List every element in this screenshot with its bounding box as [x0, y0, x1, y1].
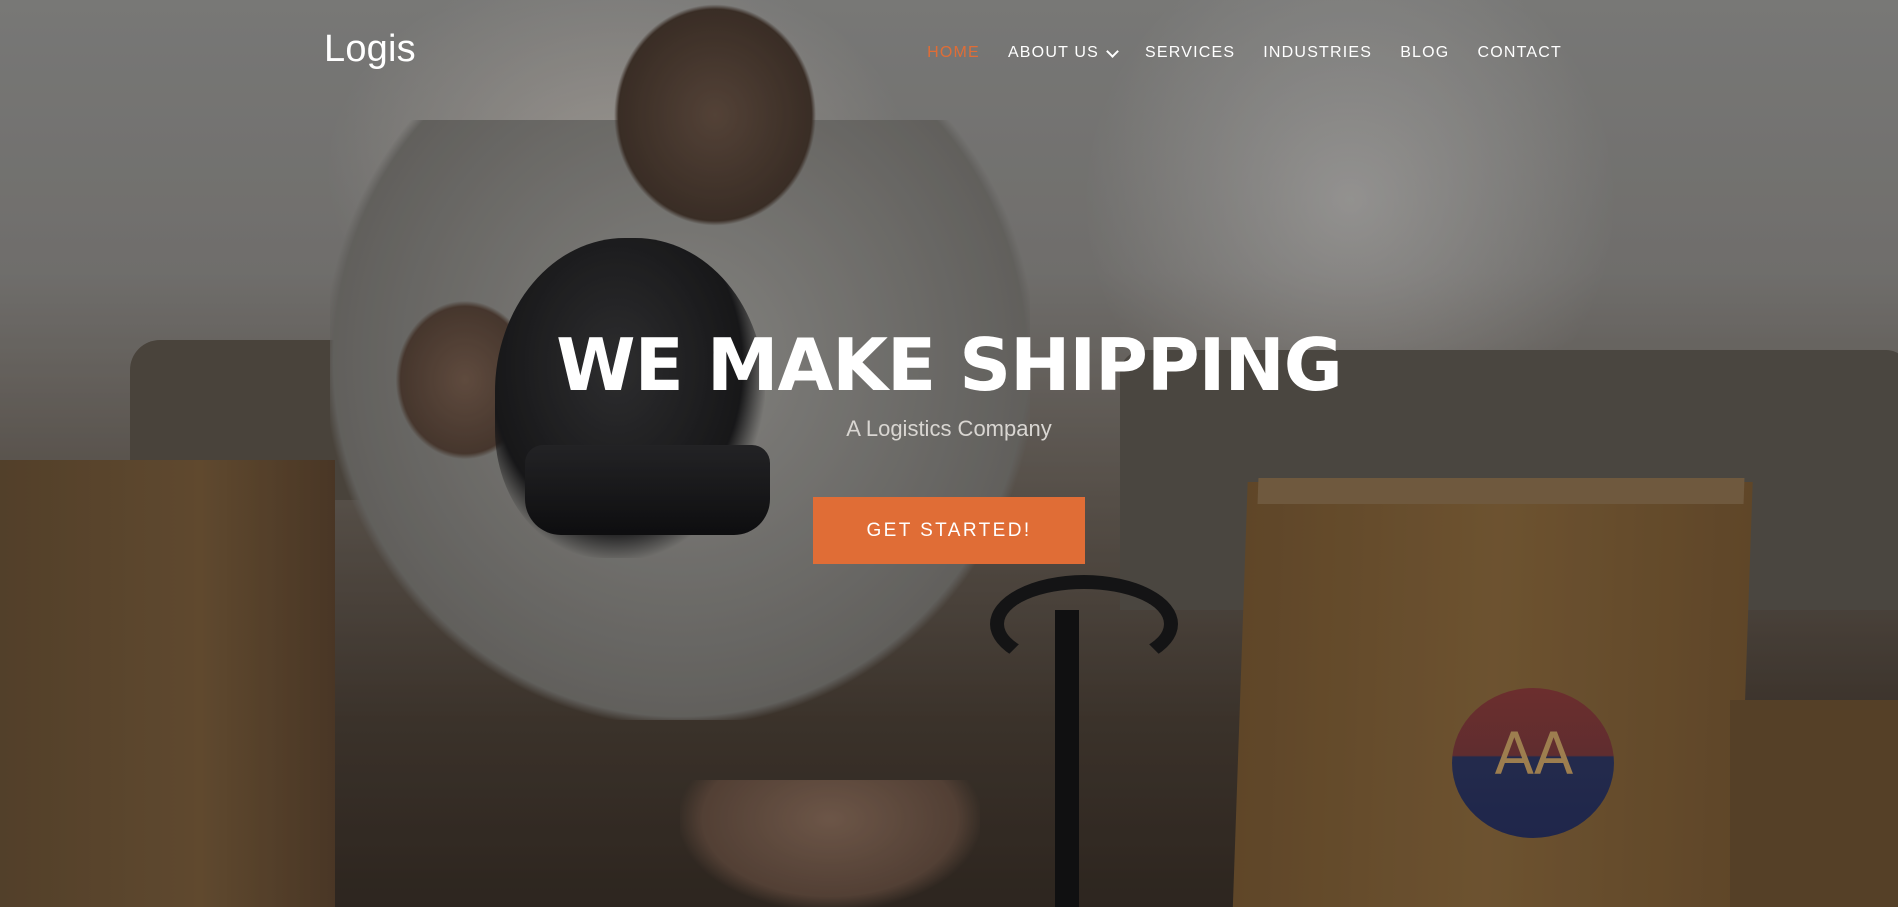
- hero-subheadline: A Logistics Company: [846, 416, 1052, 441]
- nav-item-about-us[interactable]: ABOUT US: [1007, 44, 1119, 62]
- nav-item-industries[interactable]: INDUSTRIES: [1263, 44, 1372, 62]
- chevron-down-icon: [1106, 44, 1119, 58]
- nav-item-about-us-label: ABOUT US: [1007, 44, 1100, 61]
- hero-headline: WE MAKE SHIPPING: [556, 323, 1343, 407]
- site-header: Logis HOME ABOUT US SERVICES INDUSTRIES …: [0, 0, 1898, 105]
- nav-item-contact[interactable]: CONTACT: [1477, 44, 1562, 62]
- nav-item-home[interactable]: HOME: [927, 44, 980, 62]
- nav-item-blog[interactable]: BLOG: [1400, 44, 1449, 62]
- main-nav: HOME ABOUT US SERVICES INDUSTRIES BLOG C…: [899, 44, 1562, 62]
- get-started-button[interactable]: GET STARTED!: [813, 497, 1085, 564]
- hero-section: AA Logis HOME ABOUT US SERVICES INDUSTRI…: [0, 0, 1898, 907]
- nav-item-services[interactable]: SERVICES: [1145, 44, 1235, 62]
- hero-content: WE MAKE SHIPPING A Logistics Company GET…: [0, 320, 1898, 564]
- site-logo[interactable]: Logis: [324, 28, 416, 71]
